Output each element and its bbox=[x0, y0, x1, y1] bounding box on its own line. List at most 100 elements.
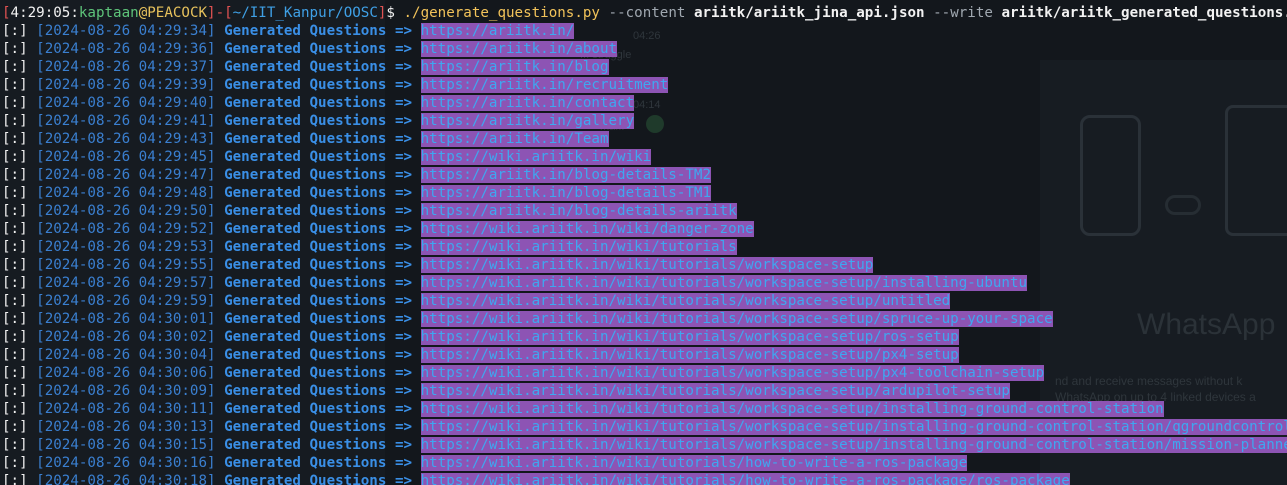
log-arrow: => bbox=[394, 419, 413, 435]
log-arrow: => bbox=[394, 455, 413, 471]
log-url[interactable]: https://ariitk.in/contact bbox=[420, 95, 635, 111]
log-url[interactable]: https://ariitk.in/ bbox=[420, 23, 575, 39]
log-label: Generated Questions bbox=[224, 257, 387, 273]
log-line: [:] [2024-08-26 04:30:09] Generated Ques… bbox=[2, 382, 1287, 400]
log-arrow: => bbox=[394, 41, 413, 57]
log-arrow: => bbox=[394, 329, 413, 345]
log-timestamp: [2024-08-26 04:29:50] bbox=[36, 203, 216, 219]
log-label: Generated Questions bbox=[224, 419, 387, 435]
log-label: Generated Questions bbox=[224, 221, 387, 237]
log-line: [:] [2024-08-26 04:29:57] Generated Ques… bbox=[2, 274, 1287, 292]
log-timestamp: [2024-08-26 04:29:45] bbox=[36, 149, 216, 165]
log-prefix: [:] bbox=[2, 293, 28, 309]
log-arrow: => bbox=[394, 221, 413, 237]
log-arrow: => bbox=[394, 203, 413, 219]
log-url[interactable]: https://wiki.ariitk.in/wiki/danger-zone bbox=[420, 221, 754, 237]
log-url[interactable]: https://wiki.ariitk.in/wiki/tutorials/wo… bbox=[420, 257, 874, 273]
log-url[interactable]: https://ariitk.in/blog bbox=[420, 59, 609, 75]
command-arg: ariitk/ariitk_jina_api.json bbox=[693, 5, 925, 21]
log-url[interactable]: https://wiki.ariitk.in/wiki/tutorials/wo… bbox=[420, 401, 1164, 417]
log-arrow: => bbox=[394, 77, 413, 93]
log-timestamp: [2024-08-26 04:29:39] bbox=[36, 77, 216, 93]
log-label: Generated Questions bbox=[224, 329, 387, 345]
log-line: [:] [2024-08-26 04:29:40] Generated Ques… bbox=[2, 94, 1287, 112]
log-url[interactable]: https://ariitk.in/blog-details-TM2 bbox=[420, 167, 711, 183]
log-url[interactable]: https://wiki.ariitk.in/wiki/tutorials/wo… bbox=[420, 275, 1028, 291]
prompt-host: PEACOCK bbox=[147, 5, 208, 21]
log-label: Generated Questions bbox=[224, 131, 387, 147]
log-label: Generated Questions bbox=[224, 59, 387, 75]
log-timestamp: [2024-08-26 04:30:15] bbox=[36, 437, 216, 453]
log-line: [:] [2024-08-26 04:29:53] Generated Ques… bbox=[2, 238, 1287, 256]
log-arrow: => bbox=[394, 185, 413, 201]
log-timestamp: [2024-08-26 04:30:04] bbox=[36, 347, 216, 363]
log-url[interactable]: https://ariitk.in/blog-details-TM1 bbox=[420, 185, 711, 201]
command-flag: --content bbox=[608, 5, 686, 21]
log-prefix: [:] bbox=[2, 221, 28, 237]
log-line: [:] [2024-08-26 04:29:37] Generated Ques… bbox=[2, 58, 1287, 76]
log-label: Generated Questions bbox=[224, 311, 387, 327]
log-arrow: => bbox=[394, 311, 413, 327]
log-timestamp: [2024-08-26 04:30:16] bbox=[36, 455, 216, 471]
log-url[interactable]: https://ariitk.in/gallery bbox=[420, 113, 635, 129]
log-timestamp: [2024-08-26 04:29:41] bbox=[36, 113, 216, 129]
log-arrow: => bbox=[394, 167, 413, 183]
log-url[interactable]: https://wiki.ariitk.in/wiki/tutorials/wo… bbox=[420, 365, 1045, 381]
log-line: [:] [2024-08-26 04:29:48] Generated Ques… bbox=[2, 184, 1287, 202]
log-arrow: => bbox=[394, 365, 413, 381]
log-prefix: [:] bbox=[2, 41, 28, 57]
log-line: [:] [2024-08-26 04:29:41] Generated Ques… bbox=[2, 112, 1287, 130]
prompt-path: ~/IIT_Kanpur/OOSC bbox=[232, 5, 378, 21]
log-arrow: => bbox=[394, 95, 413, 111]
log-arrow: => bbox=[394, 59, 413, 75]
log-prefix: [:] bbox=[2, 149, 28, 165]
log-line: [:] [2024-08-26 04:30:16] Generated Ques… bbox=[2, 454, 1287, 472]
log-timestamp: [2024-08-26 04:29:36] bbox=[36, 41, 216, 57]
log-label: Generated Questions bbox=[224, 347, 387, 363]
log-url[interactable]: https://wiki.ariitk.in/wiki/tutorials bbox=[420, 239, 737, 255]
log-url[interactable]: https://wiki.ariitk.in/wiki/tutorials/wo… bbox=[420, 383, 1010, 399]
log-line: [:] [2024-08-26 04:29:55] Generated Ques… bbox=[2, 256, 1287, 274]
log-label: Generated Questions bbox=[224, 401, 387, 417]
log-line: [:] [2024-08-26 04:29:50] Generated Ques… bbox=[2, 202, 1287, 220]
log-url[interactable]: https://wiki.ariitk.in/wiki/tutorials/wo… bbox=[420, 419, 1287, 435]
log-url[interactable]: https://wiki.ariitk.in/wiki/tutorials/ho… bbox=[420, 455, 968, 471]
log-prefix: [:] bbox=[2, 185, 28, 201]
log-prefix: [:] bbox=[2, 419, 28, 435]
log-output: [:] [2024-08-26 04:29:34] Generated Ques… bbox=[2, 22, 1287, 485]
prompt-user: kaptaan bbox=[78, 5, 139, 21]
log-label: Generated Questions bbox=[224, 239, 387, 255]
log-url[interactable]: https://ariitk.in/Team bbox=[420, 131, 609, 147]
log-arrow: => bbox=[394, 437, 413, 453]
log-timestamp: [2024-08-26 04:29:34] bbox=[36, 23, 216, 39]
log-prefix: [:] bbox=[2, 275, 28, 291]
log-url[interactable]: https://ariitk.in/about bbox=[420, 41, 618, 57]
log-url[interactable]: https://wiki.ariitk.in/wiki/tutorials/wo… bbox=[420, 329, 959, 345]
log-label: Generated Questions bbox=[224, 203, 387, 219]
log-arrow: => bbox=[394, 347, 413, 363]
log-url[interactable]: https://wiki.ariitk.in/wiki/tutorials/wo… bbox=[420, 311, 1053, 327]
terminal-output[interactable]: [4:29:05:kaptaan@PEACOCK]-[~/IIT_Kanpur/… bbox=[0, 0, 1287, 485]
log-arrow: => bbox=[394, 473, 413, 485]
log-url[interactable]: https://ariitk.in/blog-details-ariitk bbox=[420, 203, 737, 219]
log-url[interactable]: https://wiki.ariitk.in/wiki/tutorials/wo… bbox=[420, 437, 1287, 453]
prompt-dollar: $ bbox=[386, 5, 395, 21]
command-flag: --write bbox=[933, 5, 993, 21]
log-arrow: => bbox=[394, 383, 413, 399]
log-label: Generated Questions bbox=[224, 95, 387, 111]
log-url[interactable]: https://wiki.ariitk.in/wiki bbox=[420, 149, 652, 165]
log-url[interactable]: https://wiki.ariitk.in/wiki/tutorials/ho… bbox=[420, 473, 1070, 485]
log-label: Generated Questions bbox=[224, 77, 387, 93]
log-prefix: [:] bbox=[2, 239, 28, 255]
command-name: ./generate_questions.py bbox=[403, 5, 600, 21]
log-label: Generated Questions bbox=[224, 455, 387, 471]
log-line: [:] [2024-08-26 04:30:18] Generated Ques… bbox=[2, 472, 1287, 485]
log-timestamp: [2024-08-26 04:29:55] bbox=[36, 257, 216, 273]
log-label: Generated Questions bbox=[224, 167, 387, 183]
log-url[interactable]: https://wiki.ariitk.in/wiki/tutorials/wo… bbox=[420, 347, 959, 363]
log-url[interactable]: https://wiki.ariitk.in/wiki/tutorials/wo… bbox=[420, 293, 951, 309]
log-prefix: [:] bbox=[2, 401, 28, 417]
log-prefix: [:] bbox=[2, 365, 28, 381]
log-url[interactable]: https://ariitk.in/recruitment bbox=[420, 77, 669, 93]
log-timestamp: [2024-08-26 04:30:01] bbox=[36, 311, 216, 327]
